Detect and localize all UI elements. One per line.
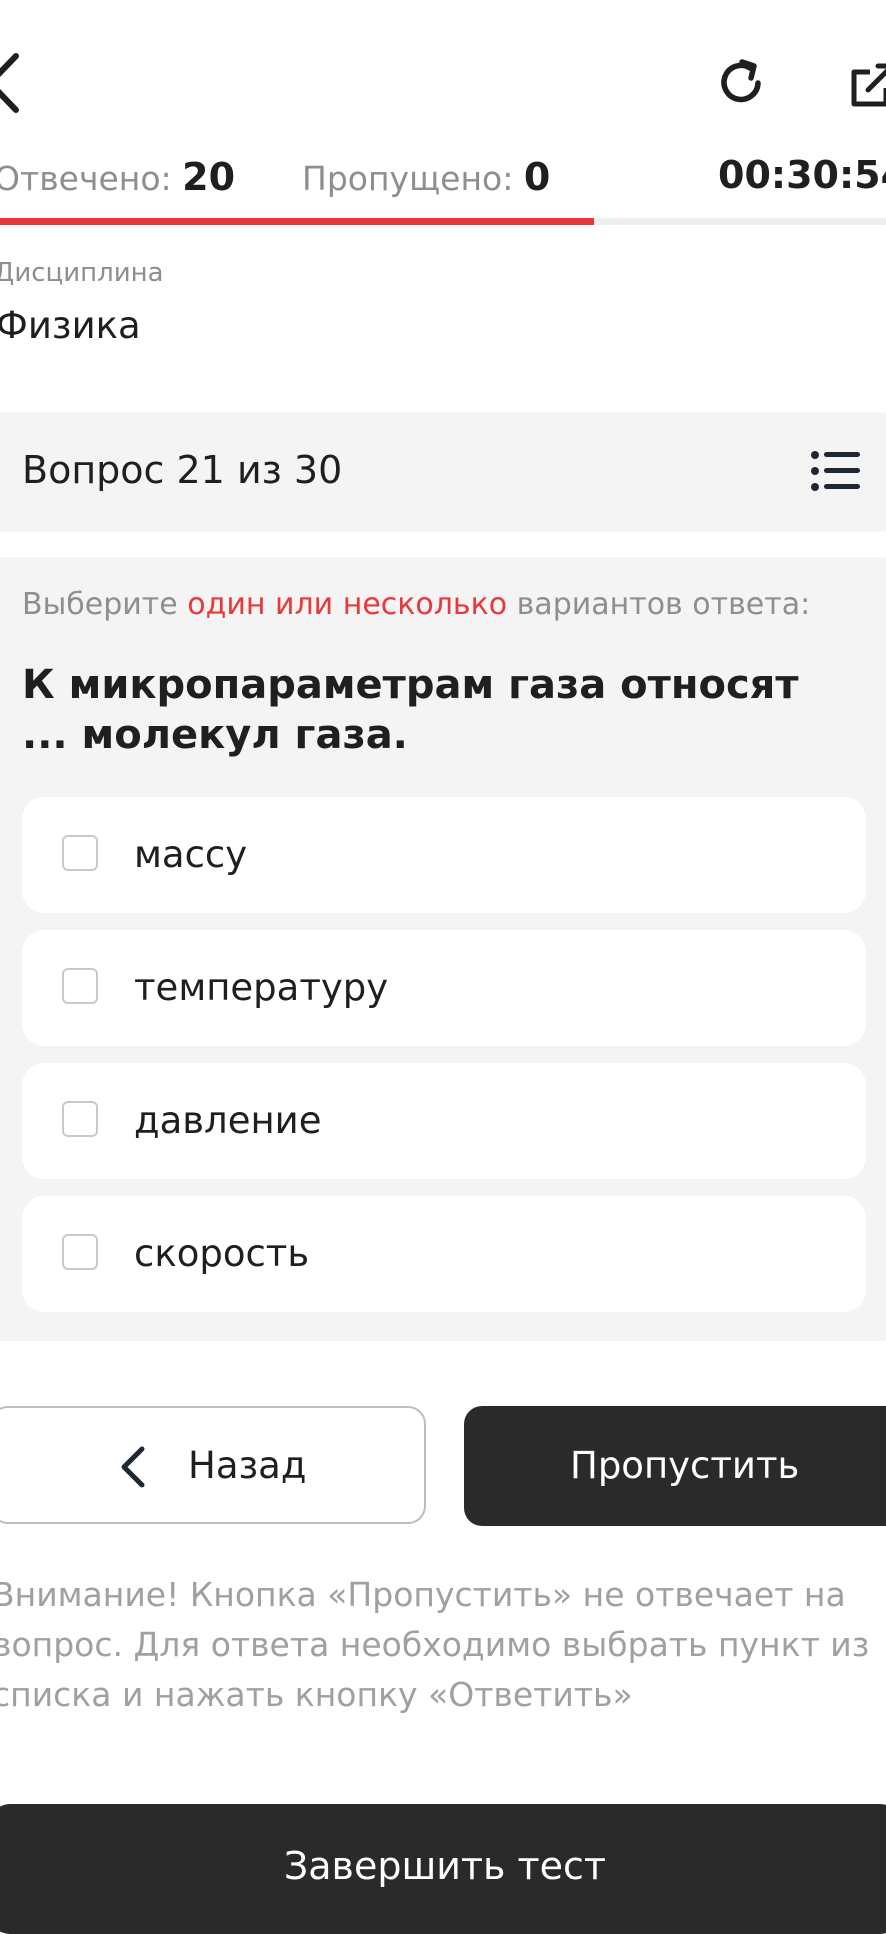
question-text: К микропараметрам газа относят ... молек… [22,662,799,758]
answer-option[interactable]: массу [22,797,866,913]
option-label: скорость [134,1232,310,1275]
discipline-label: Дисциплина [0,258,164,288]
skip-notice: Внимание! Кнопка «Пропустить» не отвечае… [0,1575,870,1714]
option-checkbox[interactable] [62,1101,98,1137]
finish-test-label: Завершить тест [283,1844,607,1888]
skipped-count: 0 [523,155,551,199]
question-counter: Вопрос 21 из 30 [22,448,343,492]
back-button[interactable]: Назад [0,1406,426,1524]
instruction-prefix: Выберите [22,587,178,622]
skip-button[interactable]: Пропустить [464,1406,886,1526]
option-label: массу [134,833,248,876]
stats-row: Отвечено: 20 Пропущено: 0 [0,155,550,199]
skipped-label: Пропущено: [302,159,514,198]
reload-icon[interactable] [714,56,768,110]
timer: 00:30:54 [718,153,886,197]
option-checkbox[interactable] [62,1234,98,1270]
answered-count: 20 [182,155,236,199]
option-label: давление [134,1099,322,1142]
answer-option[interactable]: температуру [22,930,866,1046]
external-link-icon[interactable] [848,62,886,110]
instruction-suffix: вариантов ответа: [516,587,811,622]
back-nav-icon[interactable] [0,48,22,118]
list-icon[interactable] [810,449,862,493]
progress-bar [0,218,886,225]
answer-instruction: Выберите один или несколько вариантов от… [22,587,810,622]
back-button-label: Назад [188,1444,307,1487]
option-checkbox[interactable] [62,968,98,1004]
instruction-accent: один или несколько [187,587,508,622]
option-label: температуру [134,966,389,1009]
progress-fill [0,218,594,225]
option-checkbox[interactable] [62,835,98,871]
answer-option[interactable]: давление [22,1063,866,1179]
finish-test-button[interactable]: Завершить тест [0,1804,886,1934]
chevron-left-icon [118,1444,148,1490]
answered-label: Отвечено: [0,159,172,198]
skip-button-label: Пропустить [570,1444,800,1487]
discipline-value: Физика [0,304,141,347]
answer-option[interactable]: скорость [22,1196,866,1312]
